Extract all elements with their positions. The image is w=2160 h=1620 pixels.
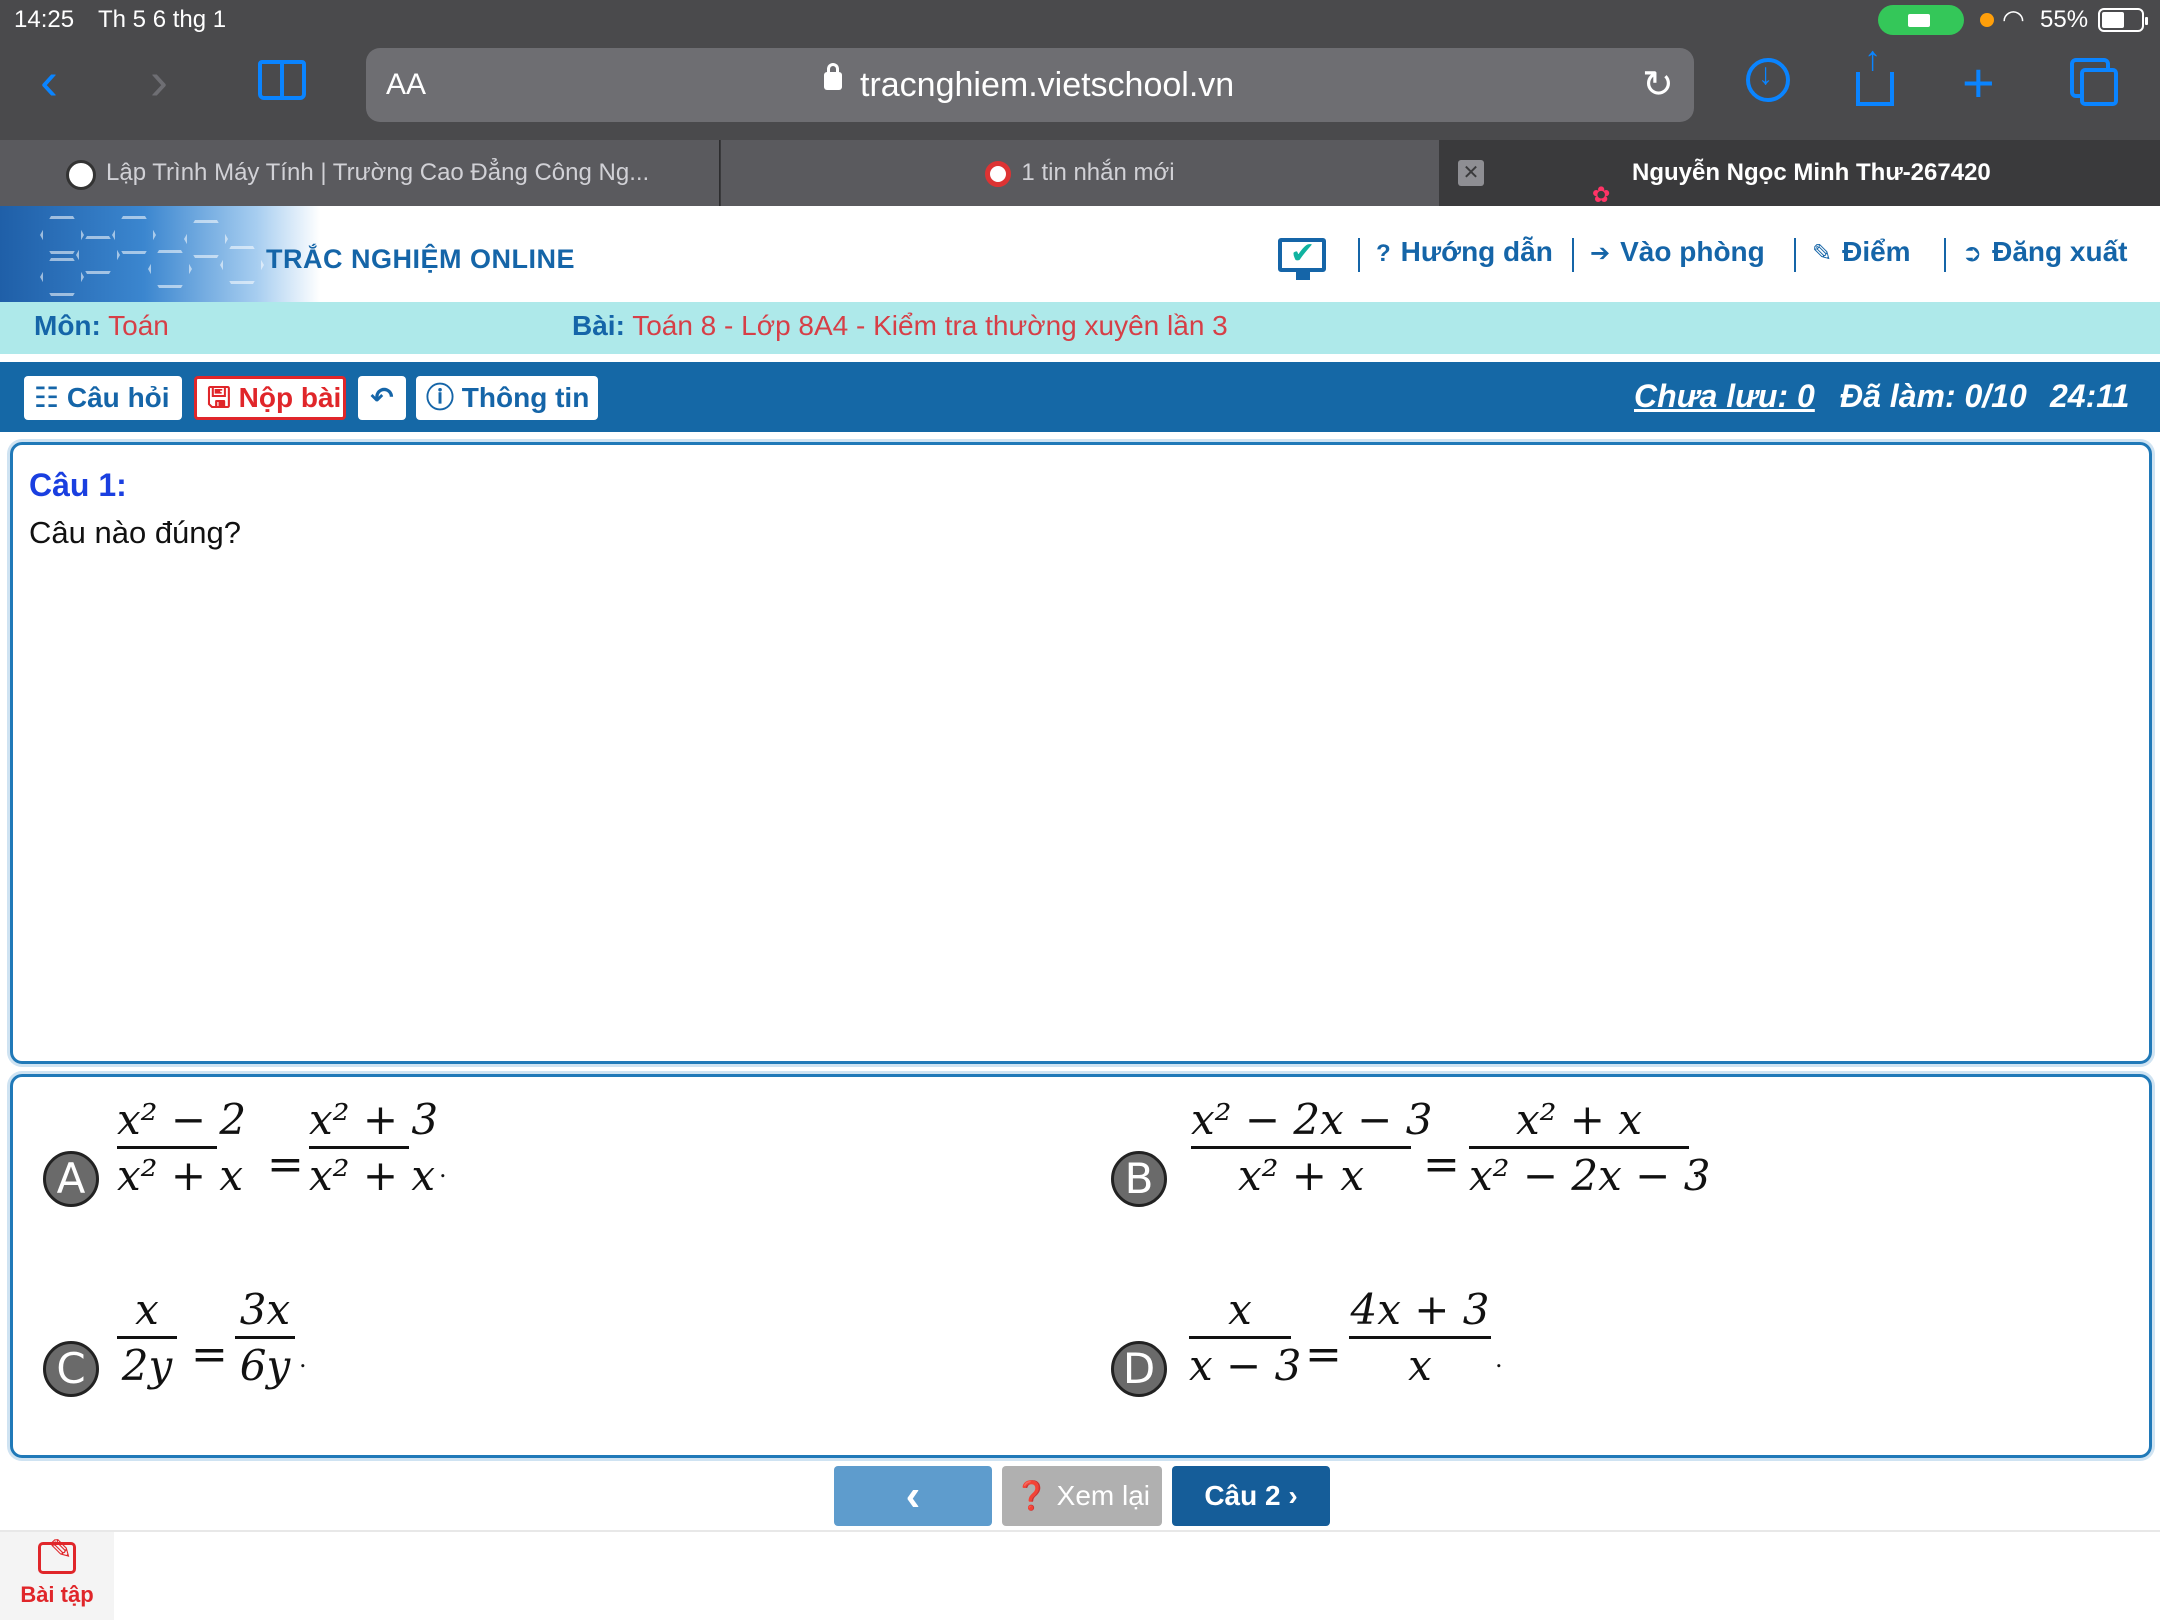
- status-bar: 14:25 Th 5 6 thg 1 ◠ 55%: [0, 0, 2160, 40]
- tab-favicon: [66, 160, 96, 190]
- battery-percentage: 55%: [2040, 6, 2089, 33]
- subject-info: Môn: Toán: [34, 310, 169, 341]
- nav-divider: [1572, 238, 1574, 272]
- option-d-lhs: xx − 3: [1189, 1285, 1302, 1390]
- question-icon: ?: [1376, 240, 1391, 267]
- browser-tab-3-active[interactable]: ✕ ✿ Nguyễn Ngọc Minh Thư-267420: [1440, 140, 2160, 206]
- progress-count: Đã làm: 0/10: [1840, 378, 2027, 414]
- question-text: Câu nào đúng?: [29, 515, 242, 550]
- undo-icon: ↶: [370, 382, 394, 413]
- edit-icon: [38, 1533, 76, 1574]
- tab-label: Nguyễn Ngọc Minh Thư-267420: [1632, 159, 1991, 186]
- nav-divider: [1794, 238, 1796, 272]
- option-b-radio[interactable]: B: [1111, 1151, 1167, 1207]
- nav-logout[interactable]: ➲ Đăng xuất: [1962, 236, 2127, 268]
- nav-divider: [1944, 238, 1946, 272]
- tab-favicon: [985, 160, 1012, 187]
- exam-action-bar: ☷ Câu hỏi 🖫 Nộp bài ↶ ⓘ Thông tin Chưa l…: [0, 362, 2160, 432]
- status-date: Th 5 6 thg 1: [98, 6, 227, 33]
- option-a-lhs: x² − 2 x² + x: [117, 1095, 247, 1200]
- chevron-right-icon: ›: [1288, 1480, 1298, 1511]
- nav-score[interactable]: ✎ Điểm: [1812, 236, 1911, 268]
- tab-label: 1 tin nhắn mới: [1021, 159, 1175, 186]
- tab-label: Lập Trình Máy Tính | Trường Cao Đẳng Côn…: [106, 159, 650, 186]
- lock-icon: [824, 63, 842, 90]
- new-tab-icon[interactable]: +: [1962, 50, 1995, 115]
- option-a-radio[interactable]: A: [43, 1151, 99, 1207]
- footer-tab-label: Bài tập: [20, 1582, 94, 1607]
- question-number: Câu 1:: [29, 467, 127, 503]
- battery-icon: [2098, 8, 2148, 32]
- next-question-button[interactable]: Câu 2 ›: [1172, 1466, 1330, 1526]
- option-d-rhs: 4x + 3x: [1349, 1285, 1491, 1390]
- answers-panel: A x² − 2 x² + x = x² + 3 x² + x . B x² − 2…: [10, 1074, 2152, 1458]
- nav-guide[interactable]: ? Hướng dẫn: [1376, 236, 1553, 268]
- exam-info: Bài: Toán 8 - Lớp 8A4 - Kiểm tra thường …: [572, 310, 1228, 341]
- footer-tab-exercises[interactable]: Bài tập: [0, 1532, 114, 1620]
- previous-question-button[interactable]: ‹: [834, 1466, 992, 1526]
- wifi-icon: ◠: [2002, 4, 2025, 34]
- option-a-rhs: x² + 3 x² + x: [309, 1095, 439, 1200]
- status-time: 14:25: [14, 6, 75, 33]
- back-icon[interactable]: ‹: [40, 50, 58, 112]
- tab-favicon: ✿: [1592, 182, 1611, 206]
- bookmarks-icon[interactable]: [258, 60, 306, 100]
- mic-indicator-icon: [1980, 13, 1994, 27]
- review-button[interactable]: ❓ Xem lại: [1002, 1466, 1162, 1526]
- camera-in-use-icon: [1878, 5, 1964, 35]
- reader-settings-button[interactable]: AA: [386, 68, 426, 102]
- option-b-rhs: x² + x x² − 2x − 3: [1469, 1095, 1711, 1200]
- unsaved-count-link[interactable]: Chưa lưu: 0: [1634, 378, 1815, 415]
- site-title[interactable]: TRẮC NGHIỆM ONLINE: [266, 244, 575, 275]
- close-tab-icon[interactable]: ✕: [1458, 160, 1484, 186]
- option-d-radio[interactable]: D: [1111, 1341, 1167, 1397]
- question-panel: Câu 1: Câu nào đúng?: [10, 442, 2152, 1064]
- question-circle-icon: ❓: [1013, 1480, 1049, 1511]
- sign-in-icon: ➔: [1590, 240, 1611, 267]
- footer-divider: [0, 1530, 2160, 1532]
- browser-toolbar: ‹ › AA tracnghiem.vietschool.vn ↻ +: [0, 40, 2160, 140]
- undo-button[interactable]: ↶: [358, 376, 406, 420]
- subject-bar: Môn: Toán Bài: Toán 8 - Lớp 8A4 - Kiểm t…: [0, 302, 2160, 354]
- tab-strip: Lập Trình Máy Tính | Trường Cao Đẳng Côn…: [0, 140, 2160, 206]
- info-icon: ⓘ: [426, 382, 455, 413]
- nav-enter-room[interactable]: ➔ Vào phòng: [1590, 236, 1765, 268]
- option-c-rhs: 3x 6y: [235, 1285, 295, 1390]
- grid-icon: ☷: [34, 382, 60, 413]
- question-list-button[interactable]: ☷ Câu hỏi: [24, 376, 182, 420]
- save-icon: 🖫: [207, 382, 231, 413]
- nav-divider: [1358, 238, 1360, 272]
- downloads-icon[interactable]: [1746, 58, 1790, 102]
- option-c-radio[interactable]: C: [43, 1341, 99, 1397]
- monitor-check-icon[interactable]: ✔: [1278, 237, 1326, 280]
- address-bar[interactable]: AA tracnghiem.vietschool.vn ↻: [366, 48, 1694, 122]
- countdown-timer: 24:11: [2050, 378, 2130, 414]
- browser-tab-2[interactable]: 1 tin nhắn mới: [721, 140, 1439, 206]
- sign-out-icon: ➲: [1962, 240, 1983, 267]
- browser-tab-1[interactable]: Lập Trình Máy Tính | Trường Cao Đẳng Côn…: [0, 140, 720, 206]
- site-header: TRẮC NGHIỆM ONLINE ✔ ? Hướng dẫn ➔ Vào phò…: [0, 206, 2160, 302]
- option-c-lhs: x 2y: [117, 1285, 177, 1390]
- tab-overview-icon[interactable]: [2070, 58, 2118, 106]
- info-button[interactable]: ⓘ Thông tin: [416, 376, 598, 420]
- option-b-lhs: x² − 2x − 3 x² + x: [1191, 1095, 1433, 1200]
- edit-icon: ✎: [1812, 240, 1833, 267]
- reload-icon[interactable]: ↻: [1642, 62, 1674, 107]
- forward-icon[interactable]: ›: [150, 50, 168, 112]
- url-text[interactable]: tracnghiem.vietschool.vn: [860, 66, 1234, 105]
- chevron-left-icon: ‹: [905, 1471, 921, 1520]
- submit-button[interactable]: 🖫 Nộp bài: [194, 376, 346, 420]
- share-icon[interactable]: [1856, 40, 1894, 106]
